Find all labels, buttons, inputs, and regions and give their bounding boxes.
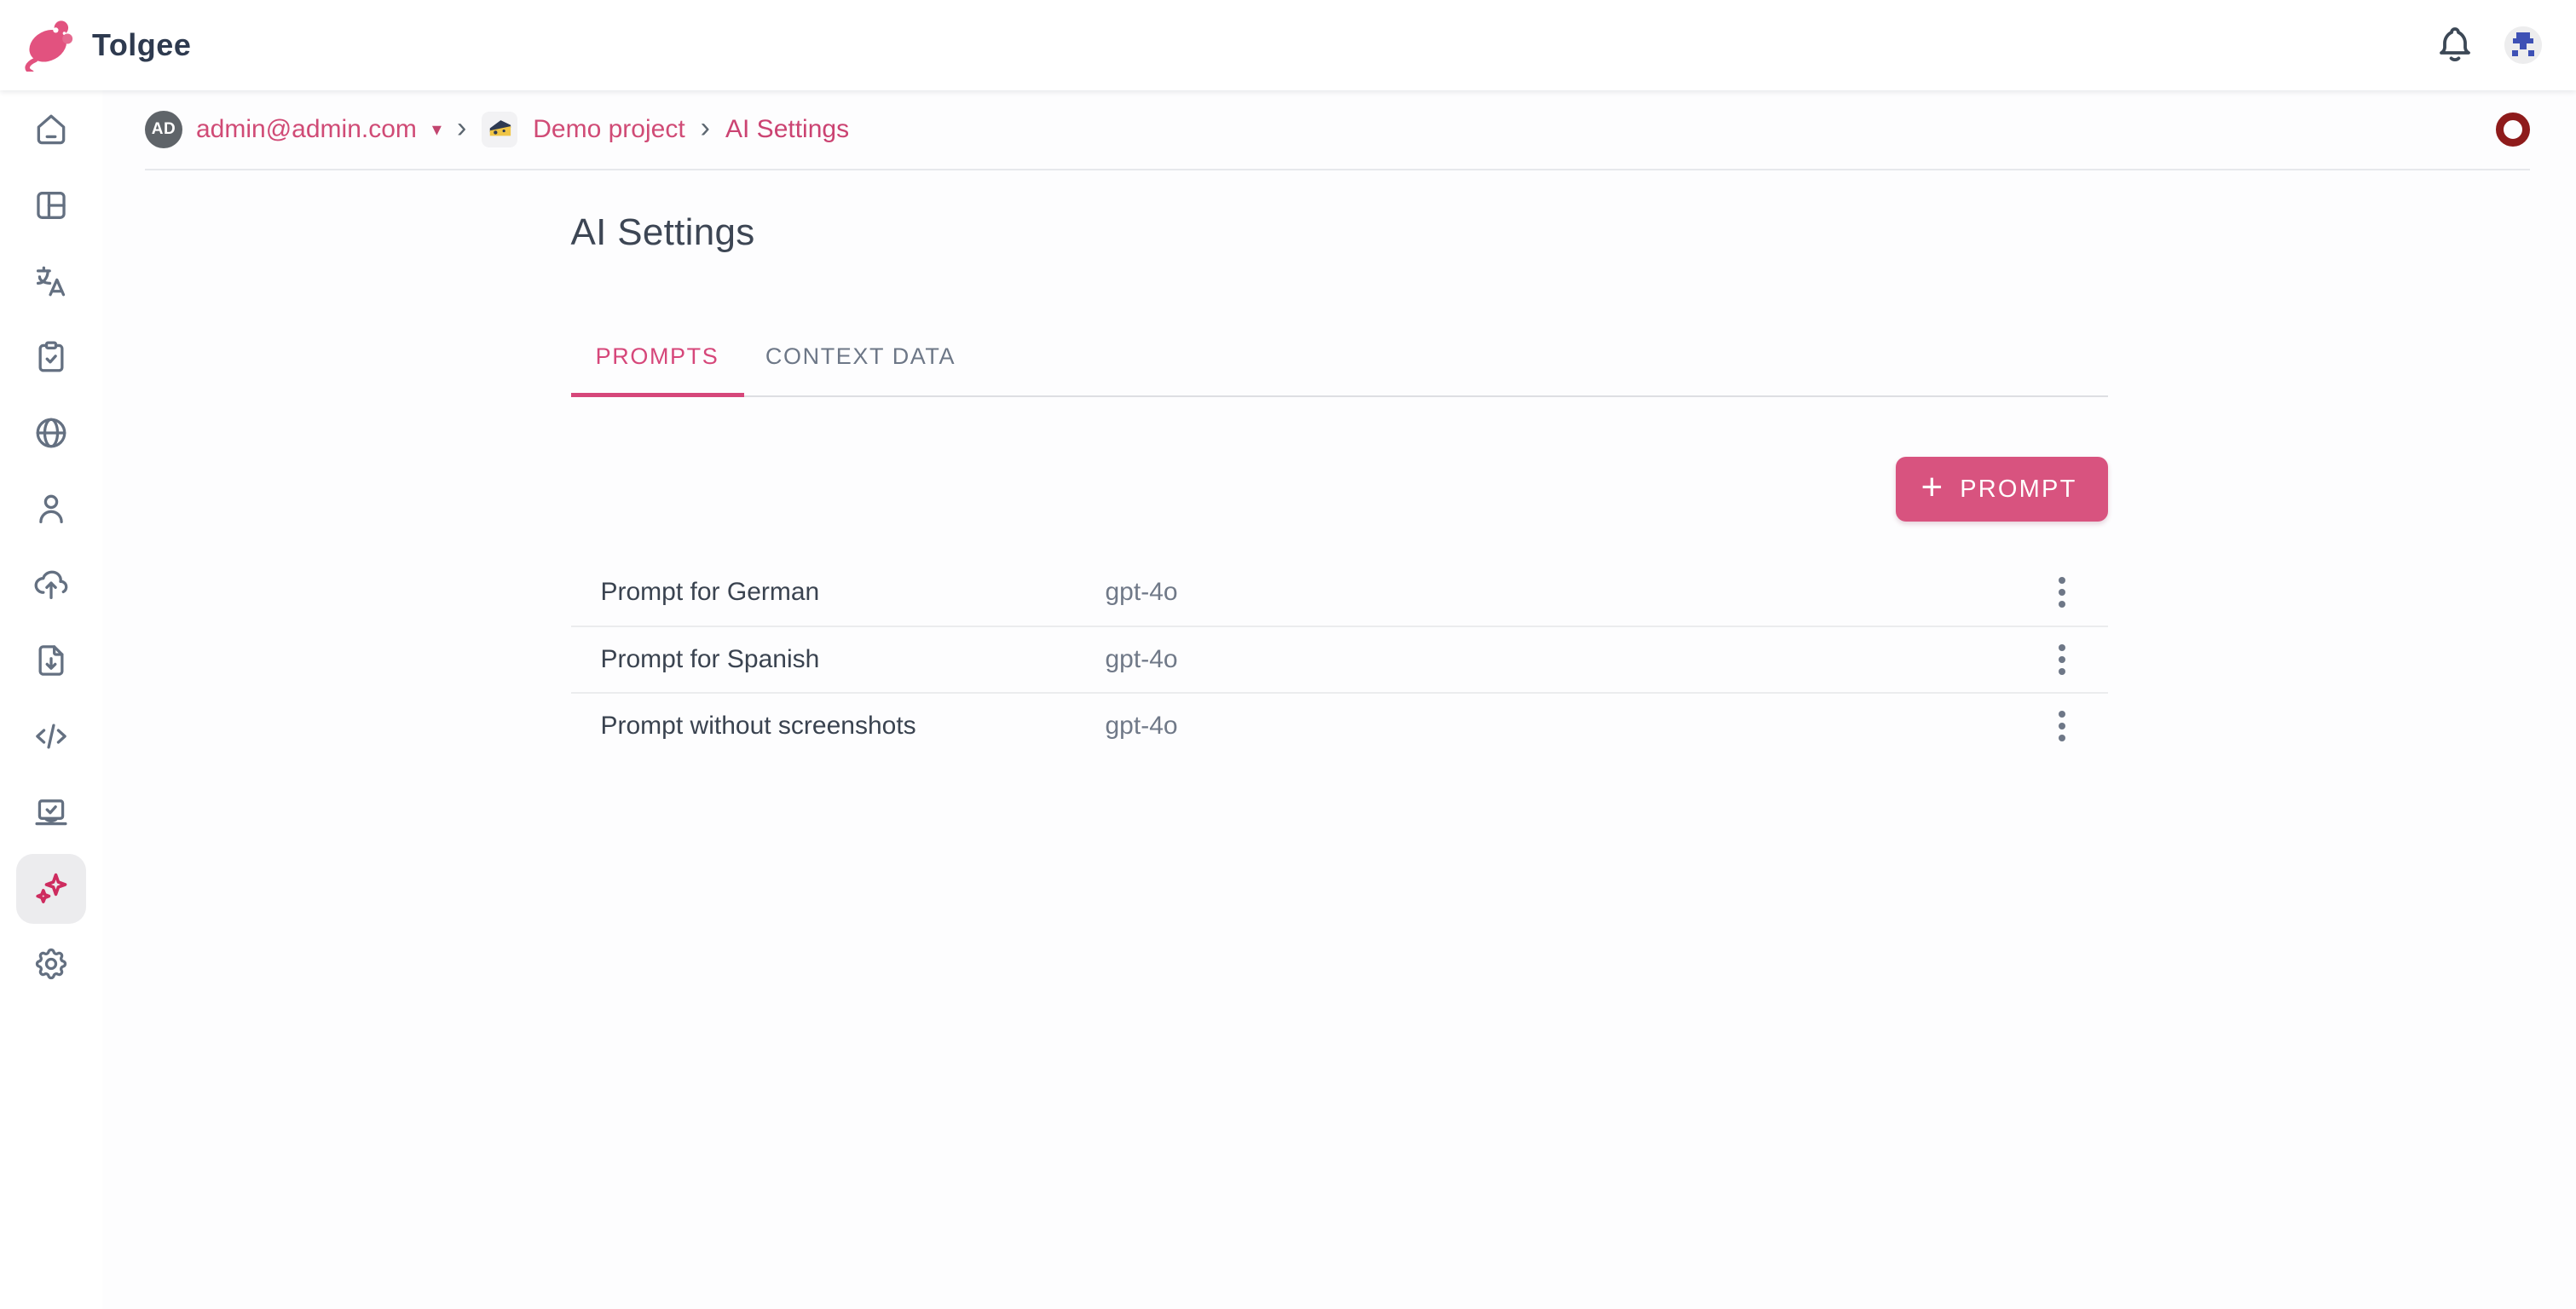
sidebar-item-members[interactable] (16, 475, 86, 545)
active-tab-indicator (571, 393, 744, 397)
prompt-row[interactable]: Prompt for Spanish gpt-4o (571, 626, 2108, 692)
prompt-list: Prompt for German gpt-4o Prompt for Span… (571, 559, 2108, 758)
prompt-row[interactable]: Prompt for German gpt-4o (571, 559, 2108, 626)
content-column: AI Settings PROMPTS CONTEXT DATA + PROMP… (571, 211, 2108, 758)
breadcrumb-user-email: admin@admin.com (196, 115, 417, 144)
prompt-model: gpt-4o (1106, 645, 2042, 674)
prompt-name: Prompt for Spanish (601, 645, 1106, 674)
tab-context-data[interactable]: CONTEXT DATA (744, 317, 978, 395)
cloud-upload-icon (32, 566, 70, 606)
identicon-icon (2504, 26, 2542, 64)
page-title: AI Settings (571, 211, 2108, 254)
chevron-right-icon: › (457, 113, 466, 146)
user-icon (32, 490, 70, 530)
notifications-button[interactable] (2434, 24, 2475, 67)
topbar: Tolgee (0, 0, 2576, 90)
chevron-down-icon: ▾ (432, 118, 442, 141)
sidebar-item-import[interactable] (16, 626, 86, 696)
sidebar-item-home[interactable] (16, 95, 86, 165)
usage-indicator-ring (2496, 112, 2530, 147)
add-prompt-button-label: PROMPT (1960, 476, 2076, 504)
home-icon (32, 111, 70, 151)
sidebar-item-translations[interactable] (16, 247, 86, 317)
sidebar-item-integrate[interactable] (16, 778, 86, 848)
brand-name: Tolgee (92, 27, 191, 63)
project-avatar (482, 112, 517, 147)
tab-prompts[interactable]: PROMPTS (571, 317, 744, 395)
tab-bar: PROMPTS CONTEXT DATA (571, 317, 2108, 397)
globe-icon (32, 414, 70, 454)
breadcrumb: AD admin@admin.com ▾ › Demo project › AI… (145, 90, 2530, 170)
tolgee-mouse-icon (22, 15, 78, 76)
prompt-menu-button[interactable] (2042, 706, 2082, 747)
board-icon (32, 187, 70, 227)
file-download-icon (32, 642, 70, 682)
laptop-check-icon (32, 793, 70, 833)
sidebar-item-languages[interactable] (16, 399, 86, 469)
sidebar-item-ai[interactable] (16, 854, 86, 924)
clipboard-check-icon (32, 338, 70, 378)
sidebar-item-settings[interactable] (16, 930, 86, 1000)
kebab-icon (2059, 577, 2065, 584)
prompt-row[interactable]: Prompt without screenshots gpt-4o (571, 692, 2108, 758)
breadcrumb-project-link[interactable]: Demo project (533, 115, 684, 144)
prompt-name: Prompt without screenshots (601, 712, 1106, 741)
chevron-right-icon: › (701, 113, 710, 146)
prompt-model: gpt-4o (1106, 712, 2042, 741)
sidebar-item-board[interactable] (16, 171, 86, 241)
cheese-icon (487, 115, 512, 145)
prompt-model: gpt-4o (1106, 578, 2042, 607)
sparkles-icon (32, 869, 70, 909)
kebab-icon (2059, 711, 2065, 718)
sidebar-item-tasks[interactable] (16, 323, 86, 393)
sidebar (0, 90, 102, 1309)
sidebar-item-export[interactable] (16, 551, 86, 620)
breadcrumb-user-menu[interactable]: AD admin@admin.com ▾ (145, 111, 442, 148)
prompt-menu-button[interactable] (2042, 572, 2082, 613)
prompt-name: Prompt for German (601, 578, 1106, 607)
bell-icon (2434, 24, 2475, 67)
add-prompt-button[interactable]: + PROMPT (1896, 457, 2108, 522)
code-icon (32, 718, 70, 758)
toolbar: + PROMPT (571, 457, 2108, 522)
account-avatar[interactable] (2504, 26, 2542, 64)
gear-icon (32, 945, 70, 985)
breadcrumb-current-page: AI Settings (725, 115, 849, 144)
sidebar-item-developer[interactable] (16, 702, 86, 772)
plus-icon: + (1921, 469, 1944, 510)
user-avatar: AD (145, 111, 182, 148)
kebab-icon (2059, 644, 2065, 651)
tolgee-logo[interactable]: Tolgee (22, 15, 191, 76)
main-area: AD admin@admin.com ▾ › Demo project › AI… (102, 90, 2576, 1309)
translate-icon (32, 262, 70, 303)
prompt-menu-button[interactable] (2042, 639, 2082, 680)
